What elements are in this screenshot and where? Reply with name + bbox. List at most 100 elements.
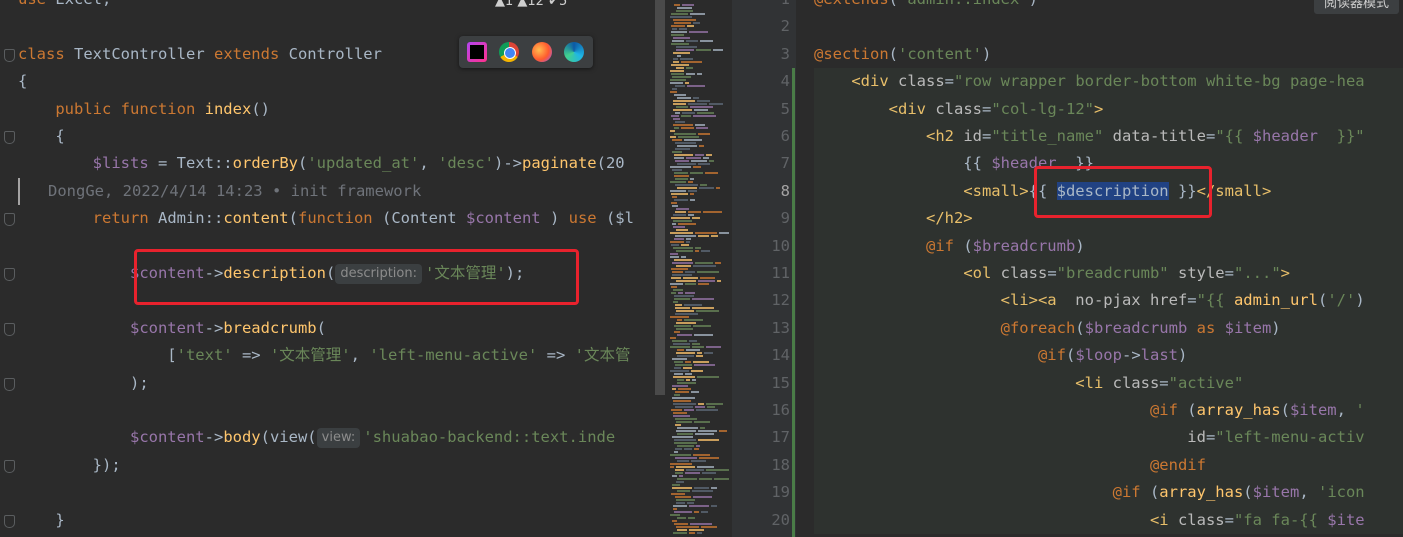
minimap-mark <box>695 433 714 435</box>
code-line[interactable]: <ol class="breadcrumb" style="..."> <box>814 260 1290 287</box>
minimap-mark <box>698 403 704 405</box>
code-line[interactable]: </h2> <box>814 205 973 232</box>
code-line[interactable]: <h2 id="title_name" data-title="{{ $head… <box>814 123 1365 150</box>
reader-mode-button[interactable]: 阅读器模式 <box>1313 0 1399 14</box>
code-minimap[interactable] <box>668 0 732 537</box>
code-line[interactable]: $content->breadcrumb( <box>18 315 326 342</box>
minimap-mark <box>679 475 683 477</box>
edge-icon[interactable] <box>564 42 584 62</box>
minimap-mark <box>694 364 715 366</box>
code-line[interactable]: { <box>18 123 65 150</box>
fold-icon[interactable] <box>4 48 15 62</box>
minimap-mark <box>677 427 698 429</box>
inspection-counts[interactable]: ▲1 ▲12 ✔5 <box>495 0 567 9</box>
code-line[interactable]: $lists = Text::orderBy('updated_at', 'de… <box>18 150 625 177</box>
minimap-mark <box>671 268 688 270</box>
left-editor-scrollbar[interactable] <box>655 0 665 395</box>
minimap-mark <box>676 466 695 468</box>
code-line[interactable]: @extends('admin::index') <box>814 0 1038 13</box>
minimap-mark <box>674 4 680 6</box>
code-line[interactable]: class TextController extends Controller <box>18 41 382 68</box>
minimap-mark <box>698 430 717 432</box>
left-code-editor[interactable]: use Excel; class TextController extends C… <box>0 0 668 537</box>
minimap-mark <box>681 115 691 117</box>
code-line[interactable]: @if (array_has($item, ' <box>814 397 1365 424</box>
code-line[interactable]: <li class="active" <box>814 370 1243 397</box>
code-line[interactable]: @if (array_has($item, 'icon <box>814 479 1365 506</box>
minimap-mark <box>675 85 685 87</box>
minimap-mark <box>683 277 698 279</box>
minimap-mark <box>675 448 682 450</box>
code-line[interactable]: } <box>18 507 64 534</box>
code-token: { <box>18 127 65 145</box>
minimap-mark <box>673 124 693 126</box>
code-token: ( <box>1065 346 1076 365</box>
right-code-editor[interactable]: @extends('admin::index')@section('conten… <box>796 0 1403 537</box>
minimap-mark <box>685 283 696 285</box>
code-token: = <box>1187 291 1197 310</box>
code-line[interactable]: <div class="col-lg-12"> <box>814 96 1104 123</box>
code-line[interactable]: }); <box>18 452 121 479</box>
code-line[interactable]: $content->body(view(view:'shuabao-backen… <box>18 424 615 451</box>
minimap-mark <box>670 316 689 318</box>
minimap-mark <box>706 403 723 405</box>
minimap-mark <box>711 487 717 489</box>
minimap-mark <box>690 199 695 201</box>
minimap-mark <box>671 73 684 75</box>
fold-icon[interactable] <box>4 213 15 227</box>
firefox-icon[interactable] <box>532 42 552 62</box>
code-line[interactable]: @if($loop->last) <box>814 342 1187 369</box>
fold-icon[interactable] <box>4 459 15 473</box>
line-number: 11 <box>771 264 790 282</box>
inspection-widget[interactable]: ▲1 ▲12 ✔5 <box>459 0 668 14</box>
line-number: 17 <box>771 428 790 447</box>
code-line[interactable]: @foreach($breadcrumb as $item) <box>814 315 1281 342</box>
code-token: $content <box>129 318 205 337</box>
code-line[interactable]: @section('content') <box>814 41 991 68</box>
fold-icon[interactable] <box>4 377 15 391</box>
minimap-mark <box>677 319 682 321</box>
code-token: id <box>963 127 982 145</box>
minimap-mark <box>692 490 713 492</box>
code-line[interactable]: { <box>18 68 27 95</box>
minimap-mark <box>682 112 695 114</box>
minimap-mark <box>685 472 700 474</box>
fold-icon[interactable] <box>4 131 15 144</box>
code-line[interactable]: <li><a no-pjax href="{{ admin_url('/') <box>814 287 1365 314</box>
code-line[interactable]: <i class="fa fa-{{ $ite <box>814 507 1365 534</box>
fold-icon[interactable] <box>4 322 15 336</box>
code-token: class <box>1177 510 1225 529</box>
code-line[interactable]: @if ($breadcrumb) <box>814 233 1085 260</box>
minimap-mark <box>687 502 694 504</box>
code-line[interactable]: ); <box>18 370 149 397</box>
minimap-mark <box>673 220 692 222</box>
code-line[interactable]: @endif <box>814 452 1206 479</box>
code-line[interactable]: id="left-menu-activ <box>814 424 1364 451</box>
minimap-mark <box>711 235 718 237</box>
minimap-mark <box>692 379 696 381</box>
fold-icon[interactable] <box>4 514 15 528</box>
code-line[interactable]: return Admin::content(function (Content … <box>18 205 634 232</box>
minimap-mark <box>676 10 693 12</box>
minimap-mark <box>675 112 680 114</box>
git-blame-annotation: DongGe, 2022/4/14 14:23 • init framework <box>18 178 668 205</box>
code-line[interactable]: use Excel; <box>18 0 111 13</box>
code-token: ) <box>982 44 992 63</box>
minimap-mark <box>675 391 689 393</box>
code-line[interactable]: <div class="row wrapper border-bottom wh… <box>814 68 1364 95</box>
code-line[interactable]: ['text' => '文本管理', 'left-menu-active' =>… <box>18 342 630 369</box>
fold-icon[interactable] <box>4 268 15 281</box>
minimap-mark <box>675 457 697 459</box>
minimap-mark <box>695 262 713 264</box>
phpstorm-icon[interactable] <box>467 42 487 62</box>
minimap-mark <box>698 280 715 282</box>
code-line[interactable]: public function index() <box>18 96 270 123</box>
code-token: $breadcrumb <box>972 236 1076 255</box>
chrome-icon[interactable] <box>499 42 519 62</box>
minimap-mark <box>688 214 694 216</box>
